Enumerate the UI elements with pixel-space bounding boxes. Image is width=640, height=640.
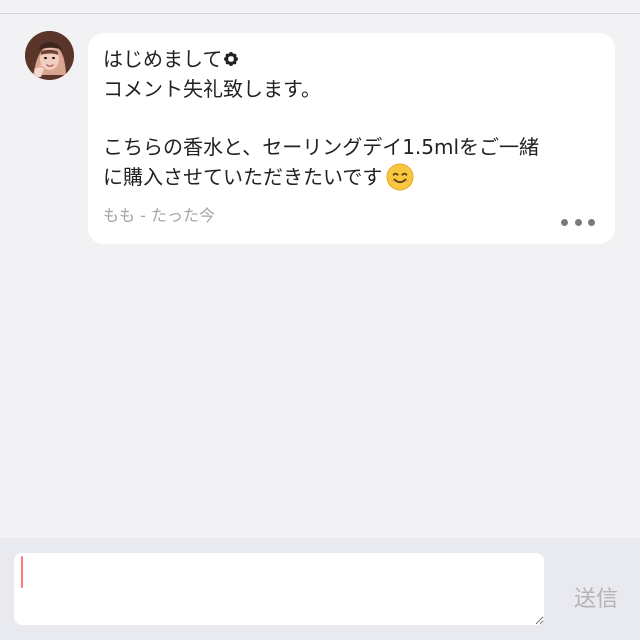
more-options-icon[interactable] <box>561 215 595 229</box>
composer-bar: 送信 <box>0 538 640 640</box>
more-dot <box>574 218 582 226</box>
sender-name: もも <box>103 206 136 225</box>
message-line-1: はじめまして <box>103 47 603 71</box>
message-line-4-text: に購入させていただきたいです <box>103 165 383 189</box>
more-dot <box>561 218 568 226</box>
avatar[interactable] <box>25 31 74 80</box>
send-button[interactable]: 送信 <box>563 584 629 616</box>
text-caret <box>21 556 23 588</box>
smiling-face-icon <box>386 163 414 191</box>
message-line-3: こちらの香水と、セーリングデイ1.5mlをご一緒 <box>103 135 540 159</box>
message-line-2: コメント失礼致します。 <box>103 77 321 101</box>
message-meta: もも - たった今 <box>103 206 215 226</box>
meta-separator: - <box>135 206 151 225</box>
message-time: たった今 <box>150 206 215 225</box>
message-line-4: に購入させていただきたいです <box>103 163 603 191</box>
more-dot <box>588 218 595 226</box>
message-line-1-text: はじめまして <box>103 47 223 71</box>
message-input[interactable] <box>14 553 544 625</box>
message-bubble: はじめまして コメント失礼致します。 こちらの香水と、セーリングデイ1.5mlを… <box>88 33 615 244</box>
flower-icon <box>223 48 239 66</box>
